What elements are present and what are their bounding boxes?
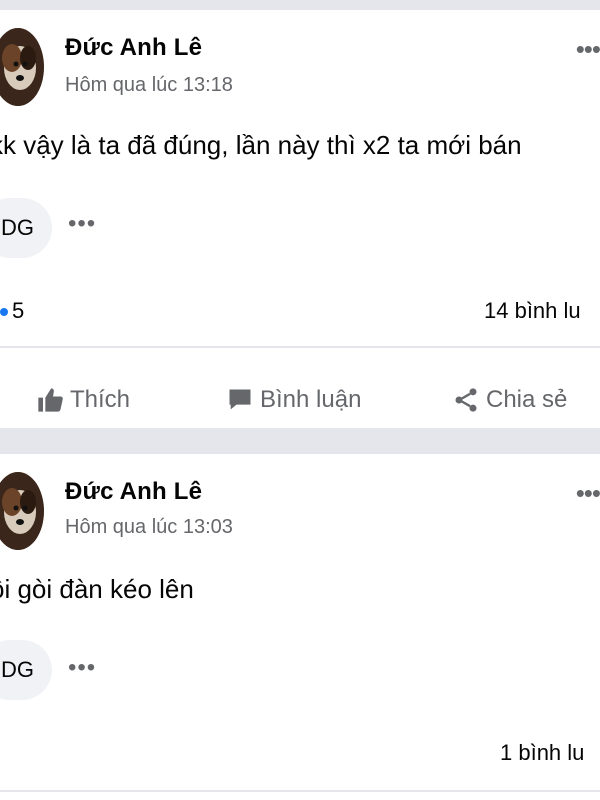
comment-count[interactable]: 14 bình lu: [484, 298, 581, 324]
divider: [0, 790, 600, 792]
author-avatar[interactable]: [0, 472, 44, 550]
dog-avatar-image: [0, 28, 44, 106]
more-reactions-icon[interactable]: •••: [68, 654, 96, 682]
share-label: Chia sẻ: [486, 386, 568, 413]
like-button[interactable]: Thích: [36, 386, 130, 414]
comment-icon: [229, 389, 251, 410]
like-count-value: 5: [12, 298, 25, 323]
post-timestamp[interactable]: Hôm qua lúc 13:18: [65, 74, 233, 97]
comment-count[interactable]: 1 bình lu: [500, 740, 584, 766]
author-name[interactable]: Đức Anh Lê: [65, 34, 202, 62]
comment-button[interactable]: Bình luận: [226, 386, 361, 414]
share-icon: [455, 388, 477, 412]
share-button[interactable]: Chia sẻ: [452, 386, 567, 414]
post-card: Đức Anh Lê Hôm qua lúc 13:18 ••• kk vậy …: [0, 10, 600, 428]
post-card: Đức Anh Lê Hôm qua lúc 13:03 ••• ồi gòi …: [0, 454, 600, 800]
more-options-icon[interactable]: •••: [576, 34, 600, 65]
divider: [0, 346, 600, 348]
author-avatar[interactable]: [0, 28, 44, 106]
like-count[interactable]: 5: [0, 298, 24, 324]
post-text: kk vậy là ta đã đúng, lần này thì x2 ta …: [0, 130, 522, 160]
more-options-icon[interactable]: •••: [576, 478, 600, 509]
thumbs-up-icon: [38, 388, 63, 412]
like-reaction-icon: [0, 308, 8, 317]
comment-label: Bình luận: [260, 386, 362, 413]
dog-avatar-image: [0, 472, 44, 550]
like-label: Thích: [70, 386, 131, 413]
reaction-pill[interactable]: DG: [0, 198, 52, 258]
reaction-pill[interactable]: DG: [0, 640, 52, 700]
more-reactions-icon[interactable]: •••: [68, 210, 96, 238]
post-timestamp[interactable]: Hôm qua lúc 13:03: [65, 516, 233, 539]
post-text: ồi gòi đàn kéo lên: [0, 574, 194, 604]
author-name[interactable]: Đức Anh Lê: [65, 478, 202, 506]
